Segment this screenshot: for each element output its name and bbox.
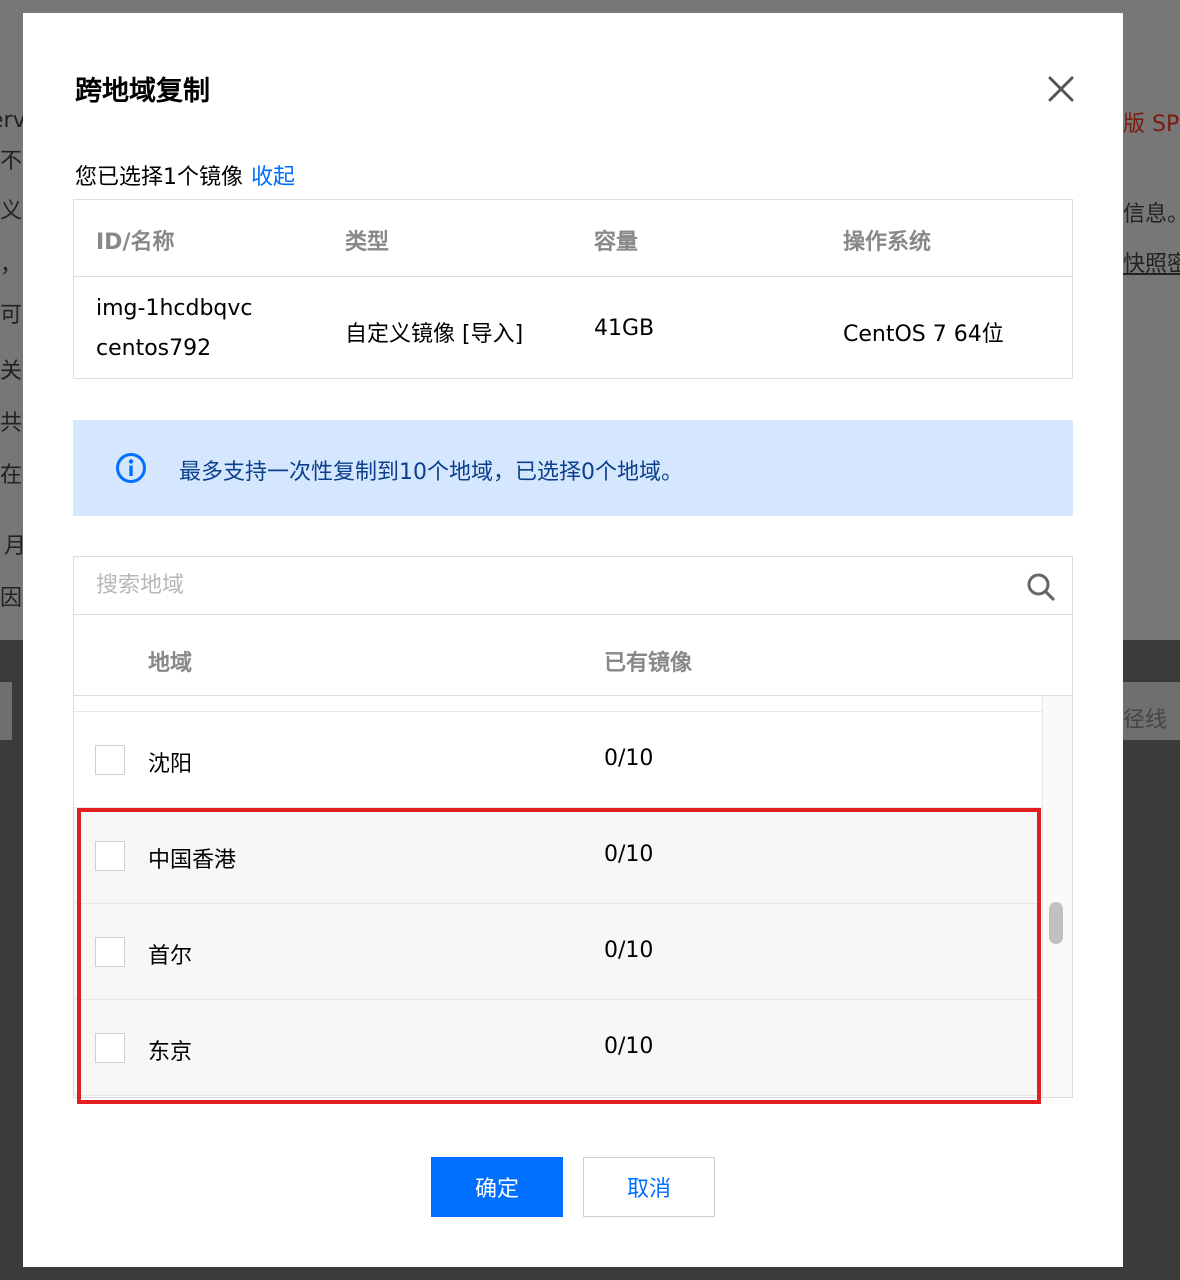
region-table-header: 地域 已有镜像 — [74, 615, 1072, 696]
info-text: 最多支持一次性复制到10个地域，已选择0个地域。 — [179, 460, 683, 485]
background-text: 版 SP — [1123, 112, 1180, 137]
background-link: 快照密 — [1123, 252, 1180, 277]
column-header-capacity: 容量 — [594, 230, 639, 255]
region-name: 沈阳 — [148, 752, 193, 777]
background-text: erv — [0, 108, 26, 133]
confirm-button[interactable]: 确定 — [431, 1157, 563, 1217]
region-row — [74, 696, 1042, 712]
region-row[interactable]: 东京 0/10 — [74, 1000, 1042, 1096]
scrollbar-thumb[interactable] — [1049, 902, 1063, 944]
region-checkbox[interactable] — [95, 1033, 125, 1063]
selected-image-table: ID/名称 类型 容量 操作系统 img-1hcdbqvc centos792 … — [73, 199, 1073, 379]
info-icon — [116, 453, 146, 483]
column-header-type: 类型 — [345, 230, 390, 255]
region-name: 东京 — [148, 1040, 193, 1065]
image-capacity: 41GB — [594, 316, 655, 341]
close-button[interactable] — [1045, 73, 1077, 105]
region-row[interactable]: 沈阳 0/10 — [74, 712, 1042, 808]
background-strip — [0, 682, 12, 740]
cross-region-copy-dialog: 跨地域复制 您已选择1个镜像 收起 ID/名称 类型 容量 操作系统 img-1h… — [23, 13, 1123, 1267]
region-checkbox[interactable] — [95, 841, 125, 871]
background-text: 共 — [0, 411, 23, 436]
selection-text: 您已选择1个镜像 — [75, 165, 243, 190]
image-type: 自定义镜像 [导入] — [345, 322, 524, 347]
background-text: 义 — [0, 199, 23, 224]
background-text: 径线 — [1123, 708, 1168, 733]
region-name: 首尔 — [148, 944, 193, 969]
scrollbar-track[interactable] — [1042, 696, 1072, 1097]
region-search-input[interactable] — [74, 557, 1072, 615]
column-header-existing-images: 已有镜像 — [604, 651, 693, 676]
region-image-count: 0/10 — [604, 746, 654, 771]
region-checkbox[interactable] — [95, 937, 125, 967]
region-row[interactable]: 中国香港 0/10 — [74, 808, 1042, 904]
region-picker: 地域 已有镜像 沈阳 0/10 中国香港 0/10 首尔 0/10 东 — [73, 556, 1073, 1098]
region-image-count: 0/10 — [604, 842, 654, 867]
region-name: 中国香港 — [148, 848, 237, 873]
image-id: img-1hcdbqvc — [96, 296, 253, 321]
image-os: CentOS 7 64位 — [843, 322, 1004, 347]
cancel-button[interactable]: 取消 — [583, 1157, 715, 1217]
region-image-count: 0/10 — [604, 938, 654, 963]
dialog-title: 跨地域复制 — [75, 76, 210, 107]
region-checkbox[interactable] — [95, 745, 125, 775]
background-text: 在 — [0, 463, 23, 488]
region-image-count: 0/10 — [604, 1034, 654, 1059]
collapse-link[interactable]: 收起 — [251, 165, 295, 190]
column-header-region: 地域 — [148, 651, 193, 676]
background-text: 可 — [0, 303, 23, 328]
info-notice: 最多支持一次性复制到10个地域，已选择0个地域。 — [73, 420, 1073, 516]
column-header-id-name: ID/名称 — [96, 230, 175, 255]
background-text: 不 — [0, 149, 23, 174]
selection-summary: 您已选择1个镜像 收起 — [75, 159, 295, 191]
column-header-os: 操作系统 — [843, 230, 932, 255]
search-icon[interactable] — [1026, 572, 1056, 602]
background-text: 因 — [0, 586, 23, 611]
background-text: 关 — [0, 359, 23, 384]
image-name: centos792 — [96, 336, 212, 361]
region-list: 沈阳 0/10 中国香港 0/10 首尔 0/10 东京 0/10 — [74, 696, 1042, 1097]
close-icon — [1048, 76, 1074, 102]
background-text: 信息。 — [1123, 202, 1180, 227]
image-table-header: ID/名称 类型 容量 操作系统 — [74, 200, 1072, 277]
background-text: ， — [0, 253, 23, 278]
region-row[interactable]: 首尔 0/10 — [74, 904, 1042, 1000]
